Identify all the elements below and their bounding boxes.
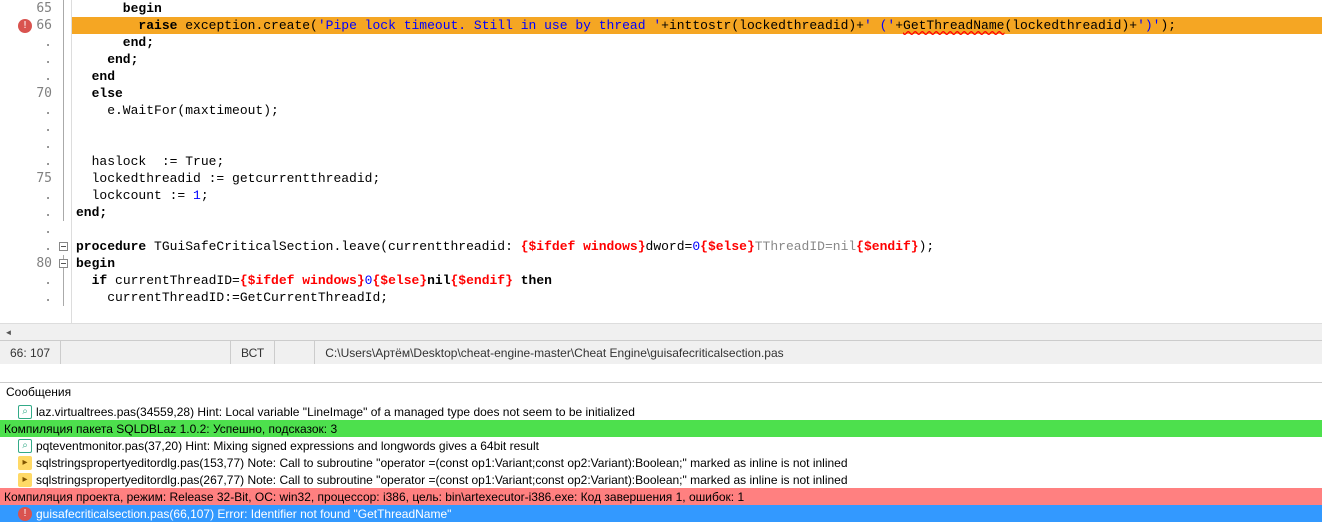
line-number: . [0, 289, 56, 306]
status-bar: 66: 107 ВСТ C:\Users\Артём\Desktop\cheat… [0, 340, 1322, 364]
line-number: 80 [0, 255, 56, 272]
line-number: . [0, 187, 56, 204]
hint-icon: ⌕ [18, 439, 32, 453]
messages-panel[interactable]: Сообщения ⌕laz.virtualtrees.pas(34559,28… [0, 382, 1322, 523]
scroll-left-icon[interactable]: ◄ [0, 325, 17, 340]
line-number: !66 [0, 17, 56, 34]
line-number: . [0, 34, 56, 51]
line-number: 65 [0, 0, 56, 17]
code-content[interactable]: begin raise exception.create('Pipe lock … [72, 0, 1322, 323]
message-row-success[interactable]: Компиляция пакета SQLDBLaz 1.0.2: Успешн… [0, 420, 1322, 437]
horizontal-scrollbar[interactable]: ◄ [0, 323, 1322, 340]
message-row-error[interactable]: Компиляция проекта, режим: Release 32-Bi… [0, 488, 1322, 505]
message-row[interactable]: ⌕pqteventmonitor.pas(37,20) Hint: Mixing… [0, 437, 1322, 454]
file-path: C:\Users\Артём\Desktop\cheat-engine-mast… [315, 341, 1322, 364]
cursor-position: 66: 107 [0, 341, 61, 364]
line-number: 75 [0, 170, 56, 187]
fold-toggle-icon[interactable] [59, 242, 68, 251]
message-row[interactable]: ▸sqlstringspropertyeditordlg.pas(153,77)… [0, 454, 1322, 471]
fold-gutter[interactable] [56, 0, 72, 323]
edit-mode: ВСТ [231, 341, 275, 364]
message-row[interactable]: ⌕laz.virtualtrees.pas(34559,28) Hint: Lo… [0, 403, 1322, 420]
line-number: . [0, 136, 56, 153]
error-gutter-icon: ! [18, 19, 32, 33]
line-number: 70 [0, 85, 56, 102]
line-number: . [0, 51, 56, 68]
line-number: . [0, 153, 56, 170]
highlighted-error-line[interactable]: raise exception.create('Pipe lock timeou… [72, 17, 1322, 34]
line-number: . [0, 238, 56, 255]
error-icon: ! [18, 507, 32, 521]
messages-title: Сообщения [0, 383, 1322, 403]
line-number: . [0, 68, 56, 85]
message-row-selected[interactable]: !guisafecriticalsection.pas(66,107) Erro… [0, 505, 1322, 522]
line-number: . [0, 102, 56, 119]
fold-toggle-icon[interactable] [59, 259, 68, 268]
hint-icon: ⌕ [18, 405, 32, 419]
message-row[interactable]: ▸sqlstringspropertyeditordlg.pas(267,77)… [0, 471, 1322, 488]
line-number: . [0, 204, 56, 221]
line-number: . [0, 221, 56, 238]
code-editor[interactable]: 65 !66 . . . 70 . . . . 75 . . . . 80 . … [0, 0, 1322, 323]
line-number: . [0, 272, 56, 289]
note-icon: ▸ [18, 456, 32, 470]
note-icon: ▸ [18, 473, 32, 487]
line-number: . [0, 119, 56, 136]
line-number-gutter: 65 !66 . . . 70 . . . . 75 . . . . 80 . … [0, 0, 56, 323]
